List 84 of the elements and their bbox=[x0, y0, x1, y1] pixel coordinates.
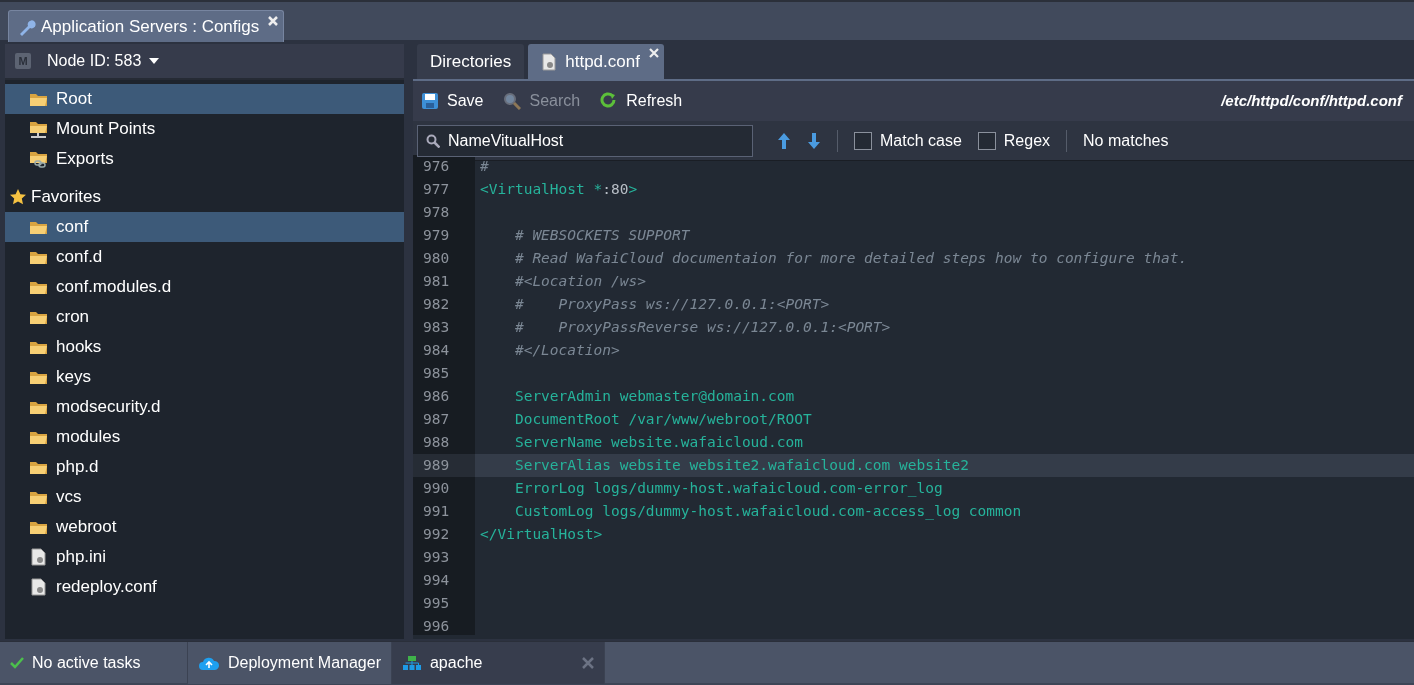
line-number: 990 bbox=[413, 477, 475, 500]
taskbar-tab[interactable]: apache bbox=[391, 641, 605, 684]
node-dropdown[interactable]: Node ID: 583 bbox=[47, 49, 160, 73]
match-status: No matches bbox=[1083, 130, 1169, 151]
tree-item[interactable]: Root bbox=[5, 84, 404, 114]
taskbar-tab[interactable]: Deployment Manager bbox=[188, 641, 392, 684]
line-number: 980 bbox=[413, 247, 475, 270]
line-number: 981 bbox=[413, 270, 475, 293]
line-number: 996 bbox=[413, 615, 475, 635]
save-button[interactable]: Save bbox=[421, 89, 492, 113]
tree-item[interactable]: modsecurity.d bbox=[5, 392, 404, 422]
code-line: ServerAdmin webmaster@domain.com bbox=[513, 387, 796, 406]
line-number: 978 bbox=[413, 201, 475, 224]
star-icon bbox=[9, 188, 27, 206]
tree-item[interactable]: webroot bbox=[5, 512, 404, 542]
file-gear-icon bbox=[29, 548, 48, 566]
tree-item[interactable]: Mount Points bbox=[5, 114, 404, 144]
tree-item[interactable]: conf.d bbox=[5, 242, 404, 272]
tree-item[interactable]: redeploy.conf bbox=[5, 572, 404, 602]
window-tab[interactable]: Application Servers : Configs bbox=[8, 10, 285, 42]
hierarchy-icon bbox=[401, 654, 422, 671]
line-number: 983 bbox=[413, 316, 475, 339]
window-title: Application Servers : Configs bbox=[41, 15, 260, 38]
line-number: 995 bbox=[413, 592, 475, 615]
code-line: # ProxyPassReverse ws://127.0.0.1:<PORT> bbox=[513, 318, 892, 337]
linked-folder-icon bbox=[29, 150, 48, 168]
line-number: 988 bbox=[413, 431, 475, 454]
line-number: 985 bbox=[413, 362, 475, 385]
network-folder-icon bbox=[29, 120, 48, 138]
tree-item[interactable]: Exports bbox=[5, 144, 404, 174]
tree-item[interactable]: cron bbox=[5, 302, 404, 332]
code-line: #</Location> bbox=[513, 341, 621, 360]
line-number: 976 bbox=[413, 155, 475, 178]
code-line: <VirtualHost *:80> bbox=[479, 180, 639, 199]
line-number: 989 bbox=[413, 454, 475, 477]
code-line: DocumentRoot /var/www/webroot/ROOT bbox=[513, 410, 813, 429]
save-icon bbox=[421, 92, 439, 110]
line-number: 994 bbox=[413, 569, 475, 592]
tree-item[interactable]: vcs bbox=[5, 482, 404, 512]
code-line: ServerAlias website website2.wafaicloud.com website2 bbox=[513, 456, 970, 475]
line-number: 977 bbox=[413, 178, 475, 201]
tree-item[interactable]: php.d bbox=[5, 452, 404, 482]
checkbox[interactable]: Match case bbox=[854, 128, 962, 153]
file-path: /etc/httpd/conf/httpd.conf bbox=[1221, 90, 1402, 111]
code-line: # WEBSOCKETS SUPPORT bbox=[513, 226, 691, 245]
code-line: # bbox=[479, 157, 490, 176]
up-arrow-icon bbox=[777, 131, 791, 150]
check-icon bbox=[10, 656, 24, 669]
search-field[interactable]: NameVitualHost bbox=[417, 124, 753, 157]
editor-tab[interactable]: httpd.conf bbox=[528, 44, 664, 79]
code-line: ServerName website.wafaicloud.com bbox=[513, 433, 804, 452]
refresh-button[interactable]: Refresh bbox=[600, 89, 691, 113]
tree-item[interactable]: php.ini bbox=[5, 542, 404, 572]
search-icon bbox=[503, 92, 522, 110]
file-gear-icon bbox=[29, 578, 48, 596]
tree-item[interactable]: conf bbox=[5, 212, 404, 242]
tree-item[interactable]: keys bbox=[5, 362, 404, 392]
code-line: </VirtualHost> bbox=[479, 525, 604, 544]
line-number: 982 bbox=[413, 293, 475, 316]
task-status: No active tasks bbox=[32, 652, 141, 673]
search-icon bbox=[426, 133, 440, 148]
close-icon bbox=[267, 15, 280, 27]
editor-tab[interactable]: Directories bbox=[417, 44, 525, 79]
tree-item[interactable]: conf.modules.d bbox=[5, 272, 404, 302]
line-number: 987 bbox=[413, 408, 475, 431]
section-title: Favorites bbox=[31, 186, 101, 209]
code-line: # Read WafaiCloud documentaion for more detailed steps how to configure that. bbox=[513, 249, 1189, 268]
node-type-badge: M bbox=[15, 53, 31, 69]
line-number: 993 bbox=[413, 546, 475, 569]
caret-icon bbox=[149, 58, 160, 64]
tree-item[interactable]: hooks bbox=[5, 332, 404, 362]
code-line: ErrorLog logs/dummy-host.wafaicloud.com-error_log bbox=[513, 479, 944, 499]
line-number: 984 bbox=[413, 339, 475, 362]
code-line: # ProxyPass ws://127.0.0.1:<PORT> bbox=[513, 295, 831, 314]
line-number: 986 bbox=[413, 385, 475, 408]
tree-item[interactable]: modules bbox=[5, 422, 404, 452]
line-number: 992 bbox=[413, 523, 475, 546]
code-line: CustomLog logs/dummy-host.wafaicloud.com-access_log common bbox=[513, 502, 1023, 522]
file-gear-icon bbox=[541, 52, 558, 71]
code-line: #<Location /ws> bbox=[513, 272, 647, 291]
line-number: 979 bbox=[413, 224, 475, 247]
checkbox[interactable]: Regex bbox=[977, 128, 1051, 153]
down-arrow-icon bbox=[807, 131, 821, 150]
line-number: 991 bbox=[413, 500, 475, 523]
